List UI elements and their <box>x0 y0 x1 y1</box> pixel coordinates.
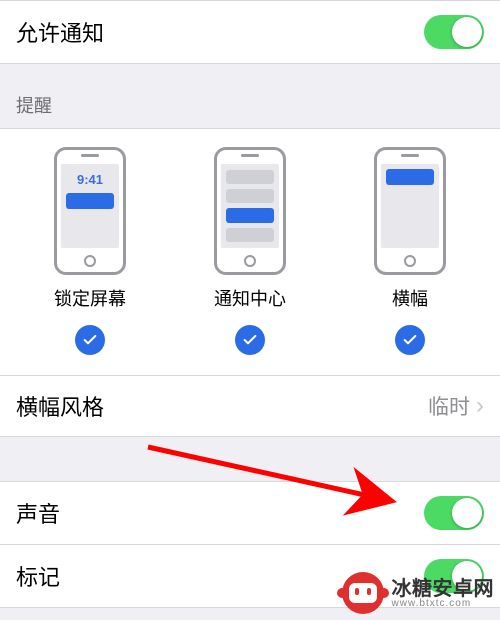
section-gap <box>0 437 500 481</box>
allow-notifications-row: 允许通知 <box>0 0 500 64</box>
toggle-knob <box>452 498 482 528</box>
alerts-section-header: 提醒 <box>0 64 500 128</box>
lock-screen-time: 9:41 <box>61 172 119 187</box>
toggle-knob <box>452 17 482 47</box>
alert-styles-panel: 9:41 锁定屏幕 通知中心 <box>0 128 500 376</box>
notification-center-check-icon <box>235 325 265 355</box>
sounds-label: 声音 <box>16 497 60 529</box>
banners-label: 横幅 <box>392 285 428 311</box>
banner-style-row[interactable]: 横幅风格 临时 › <box>0 376 500 437</box>
allow-notifications-label: 允许通知 <box>16 16 104 48</box>
alert-option-notification-center[interactable]: 通知中心 <box>180 147 320 355</box>
watermark: 冰糖安卓网 www.btxtc.com <box>342 572 495 614</box>
lock-screen-check-icon <box>75 325 105 355</box>
banners-icon <box>374 147 446 275</box>
allow-notifications-toggle[interactable] <box>424 15 484 49</box>
lock-screen-icon: 9:41 <box>54 147 126 275</box>
banners-check-icon <box>395 325 425 355</box>
sounds-row: 声音 <box>0 481 500 545</box>
watermark-logo-icon <box>342 572 384 614</box>
sounds-toggle[interactable] <box>424 496 484 530</box>
lock-screen-label: 锁定屏幕 <box>54 285 126 311</box>
notification-center-icon <box>214 147 286 275</box>
banner-style-label: 横幅风格 <box>16 390 104 422</box>
chevron-right-icon: › <box>476 394 484 418</box>
notification-center-label: 通知中心 <box>214 285 286 311</box>
banner-style-value: 临时 <box>428 391 470 421</box>
badges-label: 标记 <box>16 560 60 592</box>
watermark-domain: www.btxtc.com <box>392 598 495 609</box>
banner-style-value-wrap: 临时 › <box>428 391 484 421</box>
watermark-name: 冰糖安卓网 <box>392 578 495 600</box>
alert-option-lock-screen[interactable]: 9:41 锁定屏幕 <box>20 147 160 355</box>
alert-styles-row: 9:41 锁定屏幕 通知中心 <box>10 147 490 355</box>
alert-option-banners[interactable]: 横幅 <box>340 147 480 355</box>
